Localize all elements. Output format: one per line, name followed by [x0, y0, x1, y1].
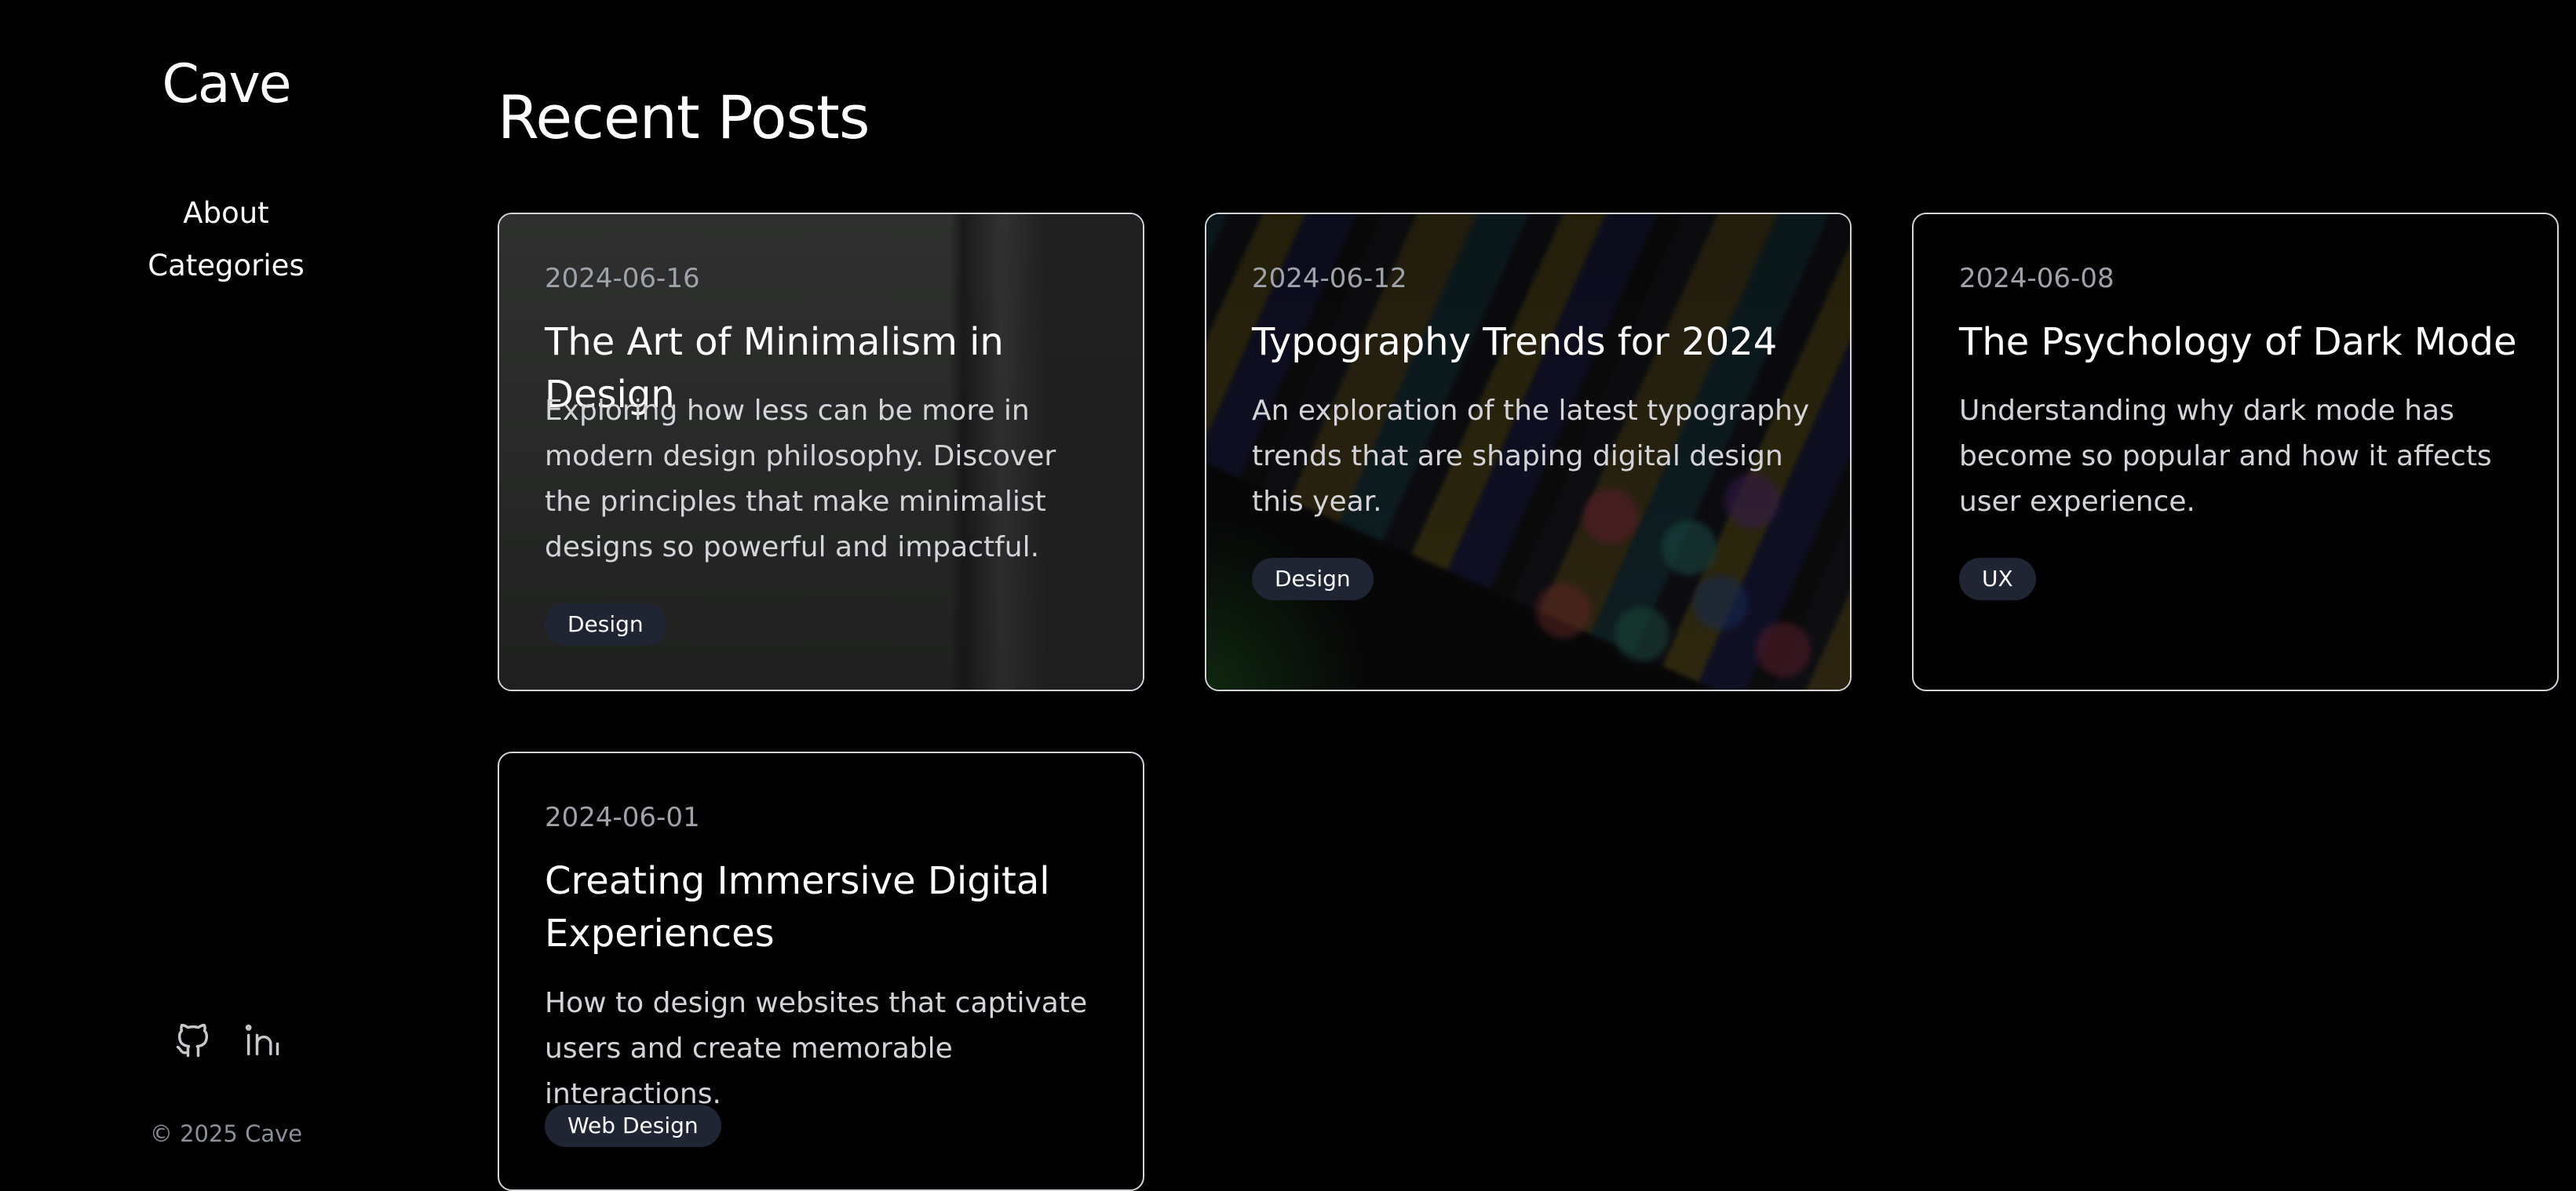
linkedin-icon[interactable] [242, 1020, 283, 1061]
post-tag[interactable]: Design [545, 603, 666, 646]
post-card[interactable]: 2024-06-08 The Psychology of Dark Mode U… [1912, 213, 2559, 691]
site-logo[interactable]: Cave [0, 53, 452, 115]
page-title: Recent Posts [498, 82, 870, 152]
post-description: An exploration of the latest typography … [1252, 395, 1810, 518]
post-date: 2024-06-12 [1252, 263, 1407, 294]
post-tag[interactable]: UX [1959, 558, 2036, 600]
post-title[interactable]: Creating Immersive Digital Experiences [545, 855, 1110, 960]
post-title[interactable]: Typography Trends for 2024 [1252, 316, 1817, 369]
post-tag[interactable]: Design [1252, 558, 1374, 600]
post-card[interactable]: 2024-06-12 Typography Trends for 2024 An… [1205, 213, 1852, 691]
post-title[interactable]: The Psychology of Dark Mode [1959, 316, 2524, 369]
post-date: 2024-06-16 [545, 263, 700, 294]
post-card[interactable]: 2024-06-16 The Art of Minimalism in Desi… [498, 213, 1144, 691]
post-description: Understanding why dark mode has become s… [1959, 395, 2492, 518]
sidebar-nav: About Categories [0, 187, 452, 292]
github-icon[interactable] [173, 1020, 213, 1061]
sidebar: Cave About Categories © 2025 Cave [0, 0, 452, 1172]
post-description: How to design websites that captivate us… [545, 987, 1088, 1110]
social-links [173, 1020, 283, 1061]
post-tag[interactable]: Web Design [545, 1105, 721, 1147]
post-description: Exploring how less can be more in modern… [545, 395, 1056, 563]
post-card[interactable]: 2024-06-01 Creating Immersive Digital Ex… [498, 752, 1144, 1191]
nav-item-categories[interactable]: Categories [0, 239, 452, 292]
copyright: © 2025 Cave [149, 1120, 303, 1147]
nav-item-about[interactable]: About [0, 187, 452, 239]
post-date: 2024-06-01 [545, 802, 700, 833]
post-date: 2024-06-08 [1959, 263, 2114, 294]
